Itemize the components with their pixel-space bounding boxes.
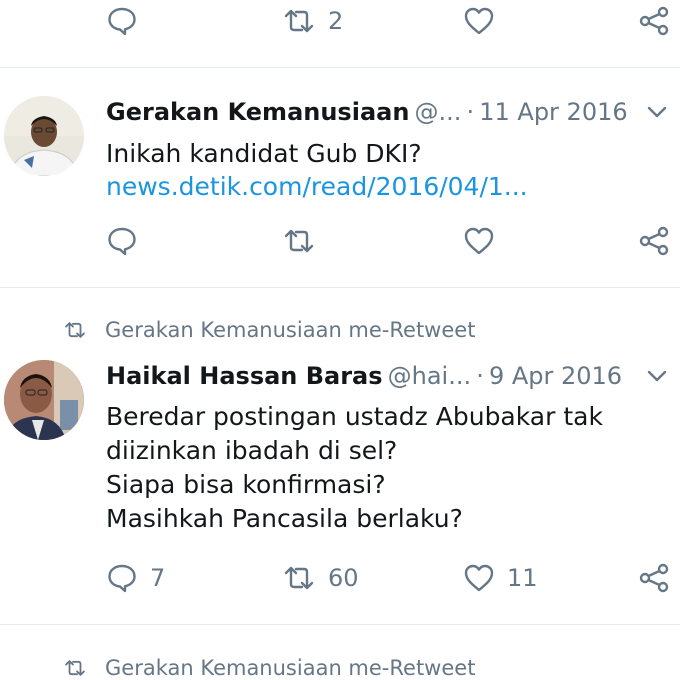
retweet-context-label[interactable]: Gerakan Kemanusiaan me-Retweet [105, 318, 475, 342]
retweet-icon [284, 9, 314, 33]
retweet-context-label[interactable]: Gerakan Kemanusiaan me-Retweet [105, 656, 475, 680]
retweet-icon [284, 229, 314, 253]
share-button[interactable] [638, 562, 670, 594]
reply-count: 7 [150, 564, 166, 592]
retweet-context: Gerakan Kemanusiaan me-Retweet [62, 656, 475, 680]
tweet-menu-button[interactable] [646, 104, 668, 124]
avatar-image [4, 96, 84, 176]
tweet-link[interactable]: news.detik.com/read/2016/04/1... [106, 172, 528, 201]
tweet-header: Gerakan Kemanusiaan @... · 11 Apr 2016 [106, 98, 628, 126]
chevron-down-icon [647, 106, 667, 118]
share-button[interactable] [638, 225, 670, 257]
tweet-text: Inikah kandidat Gub DKI? [106, 139, 422, 168]
retweet-count: 60 [328, 564, 359, 592]
like-count: 11 [507, 564, 538, 592]
reply-icon [108, 7, 136, 36]
separator-dot: · [466, 98, 475, 126]
like-button[interactable] [463, 5, 495, 37]
retweet-button[interactable]: 2 [282, 5, 343, 37]
retweet-count: 2 [328, 7, 344, 35]
share-icon [639, 6, 669, 36]
reply-button[interactable] [106, 5, 138, 37]
chevron-down-icon [647, 370, 667, 382]
avatar-image [4, 360, 84, 440]
share-icon [639, 226, 669, 256]
retweet-button[interactable] [282, 225, 316, 257]
retweet-small-icon [65, 322, 85, 338]
tweet-date[interactable]: 9 Apr 2016 [489, 362, 622, 390]
tweet-text: Beredar postingan ustadz Abubakar tak di… [106, 400, 603, 536]
tweet-date[interactable]: 11 Apr 2016 [479, 98, 627, 126]
reply-icon [108, 227, 136, 256]
username[interactable]: @hai... [388, 362, 471, 390]
display-name[interactable]: Haikal Hassan Baras [106, 362, 383, 390]
tweet-text-line: Masihkah Pancasila berlaku? [106, 504, 463, 533]
tweet-header: Haikal Hassan Baras @hai... · 9 Apr 2016 [106, 362, 622, 390]
avatar[interactable] [4, 360, 84, 440]
tweet-text-line: Siapa bisa konfirmasi? [106, 470, 386, 499]
tweet-menu-button[interactable] [646, 368, 668, 388]
separator-dot: · [476, 362, 484, 390]
share-icon [639, 563, 669, 593]
like-icon [464, 227, 494, 255]
retweet-context: Gerakan Kemanusiaan me-Retweet [62, 318, 475, 342]
divider [0, 624, 680, 625]
display-name[interactable]: Gerakan Kemanusiaan [106, 98, 409, 126]
like-button[interactable]: 11 [463, 562, 538, 594]
retweet-button[interactable]: 60 [282, 562, 359, 594]
retweet-small-icon [65, 660, 85, 676]
reply-button[interactable]: 7 [106, 562, 165, 594]
retweet-icon [284, 566, 314, 590]
avatar[interactable] [4, 96, 84, 176]
reply-button[interactable] [106, 225, 138, 257]
like-icon [464, 7, 494, 35]
share-button[interactable] [638, 5, 670, 37]
like-icon [464, 564, 494, 592]
reply-icon [108, 564, 136, 593]
like-button[interactable] [463, 225, 495, 257]
divider [0, 287, 680, 288]
tweet-text-line: diizinkan ibadah di sel? [106, 436, 398, 465]
username[interactable]: @... [415, 98, 462, 126]
divider [0, 67, 680, 68]
tweet-text-line: Beredar postingan ustadz Abubakar tak [106, 402, 603, 431]
